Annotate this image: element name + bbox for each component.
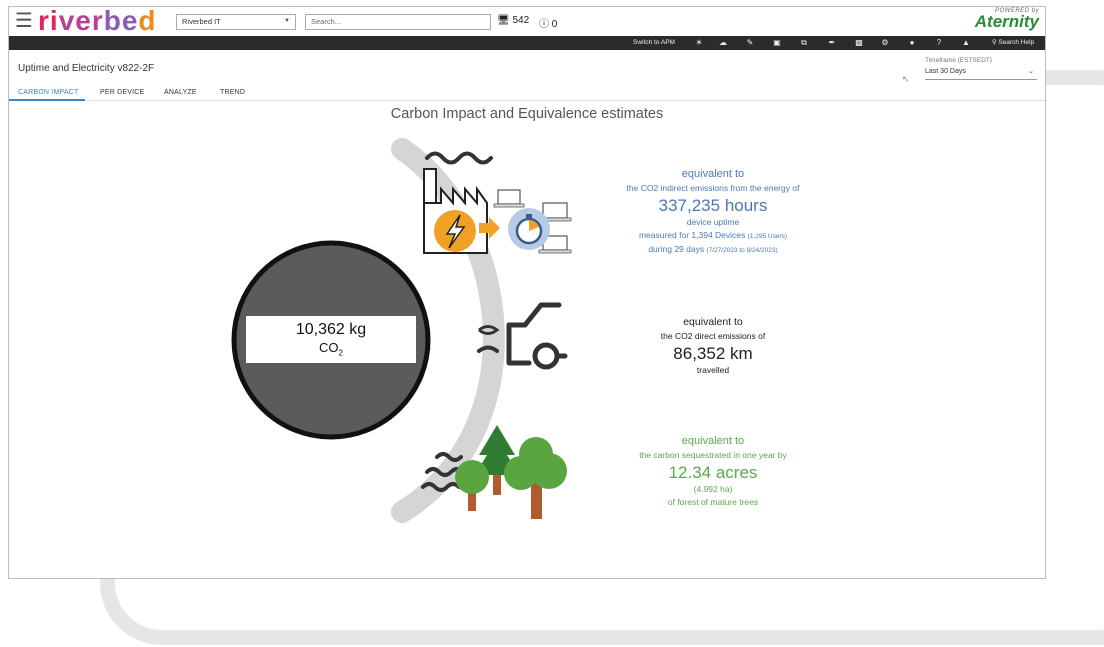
co2-unit: CO2 (246, 339, 416, 362)
forest-equivalence: equivalent to the carbon sequestrated in… (595, 434, 831, 509)
energy-equivalence: equivalent to the CO2 indirect emissions… (595, 167, 831, 257)
energy-period-dates: (7/27/2023 to 8/24/2023) (706, 247, 778, 254)
energy-period-days: during 29 days (648, 244, 705, 254)
energy-bolt-icon (434, 210, 476, 252)
co2-card: 10,362 kg CO2 (246, 316, 416, 363)
co2-value: 10,362 kg (295, 321, 367, 338)
app-window: ☰ riverbed Riverbed IT ▼ Search... 🖥︎ 54… (8, 6, 1046, 579)
energy-label: device uptime (686, 217, 740, 227)
energy-measured-users: (1,295 Users) (747, 233, 788, 240)
forest-equivalent-to: equivalent to (681, 435, 745, 447)
energy-period: during 29 days (7/27/2023 to 8/24/2023) (595, 243, 831, 257)
stage: ☰ riverbed Riverbed IT ▼ Search... 🖥︎ 54… (0, 0, 1104, 647)
energy-description: the CO2 indirect emissions from the ener… (626, 183, 800, 193)
co2-unit-sub: 2 (338, 348, 343, 358)
stopwatch-icon (508, 208, 550, 250)
energy-value: 337,235 hours (658, 196, 768, 215)
energy-equivalent-to: equivalent to (681, 168, 745, 180)
forest-label: of forest of mature trees (667, 497, 759, 507)
car-value: 86,352 km (673, 344, 753, 363)
car-equivalent-to: equivalent to (683, 316, 743, 328)
energy-measured-devices: measured for 1,394 Devices (638, 230, 746, 240)
illustration (231, 138, 572, 523)
co2-unit-main: CO (319, 340, 339, 355)
car-description: the CO2 direct emissions of (660, 331, 766, 341)
car-label: travelled (696, 365, 730, 375)
forest-description: the carbon sequestrated in one year by (639, 450, 787, 460)
car-equivalence: equivalent to the CO2 direct emissions o… (595, 315, 831, 377)
energy-measured: measured for 1,394 Devices (1,295 Users) (595, 229, 831, 243)
forest-value: 12.34 acres (668, 463, 758, 482)
forest-sub: (4.992 ha) (693, 484, 733, 494)
